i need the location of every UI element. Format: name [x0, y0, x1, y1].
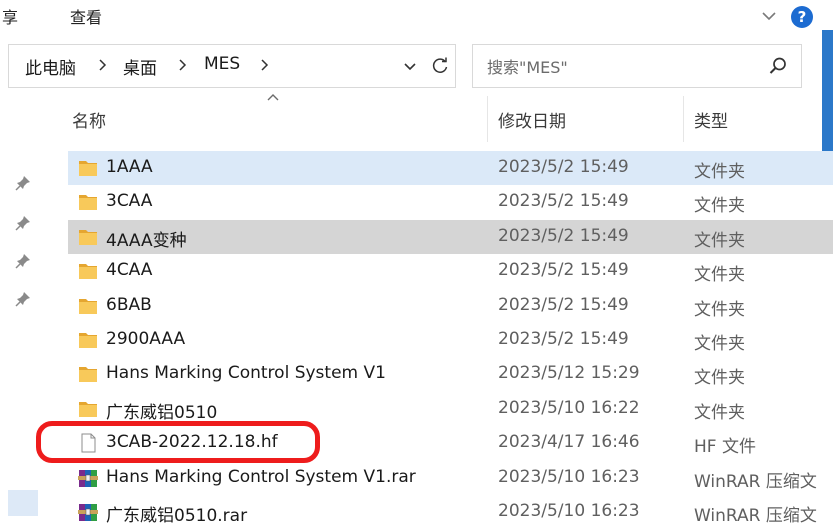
file-modified-date: 2023/5/10 16:23: [498, 466, 640, 487]
pin-icon[interactable]: [14, 174, 32, 192]
file-type: WinRAR 压缩文: [694, 506, 817, 526]
file-modified-date: 2023/5/10 16:22: [498, 397, 640, 418]
file-type: 文件夹: [694, 368, 745, 389]
ribbon: 享 查看 ?: [0, 0, 833, 36]
chevron-down-icon[interactable]: [759, 6, 779, 26]
chevron-down-icon[interactable]: [401, 57, 419, 75]
ribbon-tab-view[interactable]: 查看: [70, 4, 102, 28]
file-name[interactable]: Hans Marking Control System V1.rar: [106, 467, 416, 487]
pin-icon[interactable]: [14, 290, 32, 308]
pin-icon[interactable]: [14, 252, 32, 270]
file-type: 文件夹: [694, 230, 745, 251]
file-modified-date: 2023/4/17 16:46: [498, 432, 640, 453]
file-type: 文件夹: [694, 196, 745, 217]
breadcrumb-mes[interactable]: MES: [204, 54, 240, 74]
file-modified-date: 2023/5/2 15:49: [498, 191, 629, 212]
file-row[interactable]: 广东威铝0510.rar 2023/5/10 16:23 WinRAR 压缩文: [68, 495, 833, 529]
folder-icon: [77, 329, 99, 351]
folder-icon: [77, 191, 99, 213]
file-row[interactable]: 6BAB 2023/5/2 15:49 文件夹: [68, 289, 833, 323]
search-input[interactable]: [485, 53, 759, 81]
file-modified-date: 2023/5/12 15:29: [498, 363, 640, 384]
file-modified-date: 2023/5/10 16:23: [498, 501, 640, 521]
breadcrumb-this-pc[interactable]: 此电脑: [25, 54, 76, 79]
search-box[interactable]: [472, 44, 802, 88]
refresh-icon[interactable]: [429, 55, 451, 77]
column-header-date-label: 修改日期: [498, 112, 566, 132]
breadcrumb-desktop[interactable]: 桌面: [123, 54, 157, 79]
file-modified-date: 2023/5/2 15:49: [498, 157, 629, 177]
file-name[interactable]: 广东威铝0510.rar: [106, 501, 247, 526]
file-name[interactable]: 6BAB: [106, 295, 152, 315]
sort-ascending-icon: [267, 94, 279, 101]
folder-icon: [77, 260, 99, 282]
chevron-right-icon[interactable]: [177, 55, 189, 75]
file-row[interactable]: Hans Marking Control System V1 2023/5/12 …: [68, 357, 833, 391]
file-type: 文件夹: [694, 334, 745, 354]
column-header-name-label: 名称: [72, 112, 106, 132]
file-type: WinRAR 压缩文: [694, 471, 817, 492]
file-modified-date: 2023/5/2 15:49: [498, 294, 629, 315]
file-name[interactable]: 2900AAA: [106, 329, 185, 349]
file-type: HF 文件: [694, 437, 756, 458]
column-header-type-label: 类型: [694, 112, 728, 132]
pin-icon[interactable]: [14, 214, 32, 232]
ribbon-tab-share[interactable]: 享: [2, 4, 18, 28]
winrar-icon: [77, 467, 99, 489]
chevron-right-icon[interactable]: [97, 55, 109, 75]
file-type: 文件夹: [694, 402, 745, 423]
column-header-name[interactable]: 名称: [68, 95, 486, 143]
help-icon[interactable]: ?: [791, 6, 813, 28]
file-row[interactable]: 3CAA 2023/5/2 15:49 文件夹: [68, 185, 833, 219]
address-bar[interactable]: 此电脑 桌面 MES: [8, 44, 456, 88]
file-name[interactable]: 4CAA: [106, 260, 152, 280]
folder-icon: [77, 398, 99, 420]
file-row[interactable]: 2900AAA 2023/5/2 15:49 文件夹: [68, 323, 833, 357]
folder-icon: [77, 295, 99, 317]
folder-icon: [77, 157, 99, 179]
file-modified-date: 2023/5/2 15:49: [498, 329, 629, 349]
file-type: 文件夹: [694, 265, 745, 286]
file-name[interactable]: 4AAA变种: [106, 226, 187, 251]
file-type: 文件夹: [694, 162, 745, 182]
file-row[interactable]: 1AAA 2023/5/2 15:49 文件夹: [68, 151, 833, 185]
folder-icon: [77, 226, 99, 248]
file-type: 文件夹: [694, 299, 745, 320]
column-header-date[interactable]: 修改日期: [488, 95, 682, 143]
file-row[interactable]: 4AAA变种 2023/5/2 15:49 文件夹: [68, 219, 833, 254]
file-name[interactable]: 广东威铝0510: [106, 398, 217, 423]
file-name[interactable]: Hans Marking Control System V1: [106, 363, 386, 383]
search-icon[interactable]: [767, 55, 789, 77]
folder-icon: [77, 363, 99, 385]
nav-item-selected[interactable]: [8, 490, 38, 516]
file-row[interactable]: Hans Marking Control System V1.rar 2023/5…: [68, 461, 833, 495]
winrar-icon: [77, 501, 99, 523]
highlight-annotation: [36, 421, 320, 463]
file-name[interactable]: 1AAA: [106, 157, 153, 177]
file-row[interactable]: 4CAA 2023/5/2 15:49 文件夹: [68, 254, 833, 288]
file-name[interactable]: 3CAA: [106, 191, 152, 211]
chevron-right-icon[interactable]: [259, 55, 271, 75]
column-header-type[interactable]: 类型: [684, 95, 824, 143]
file-modified-date: 2023/5/2 15:49: [498, 260, 629, 281]
file-modified-date: 2023/5/2 15:49: [498, 225, 629, 246]
